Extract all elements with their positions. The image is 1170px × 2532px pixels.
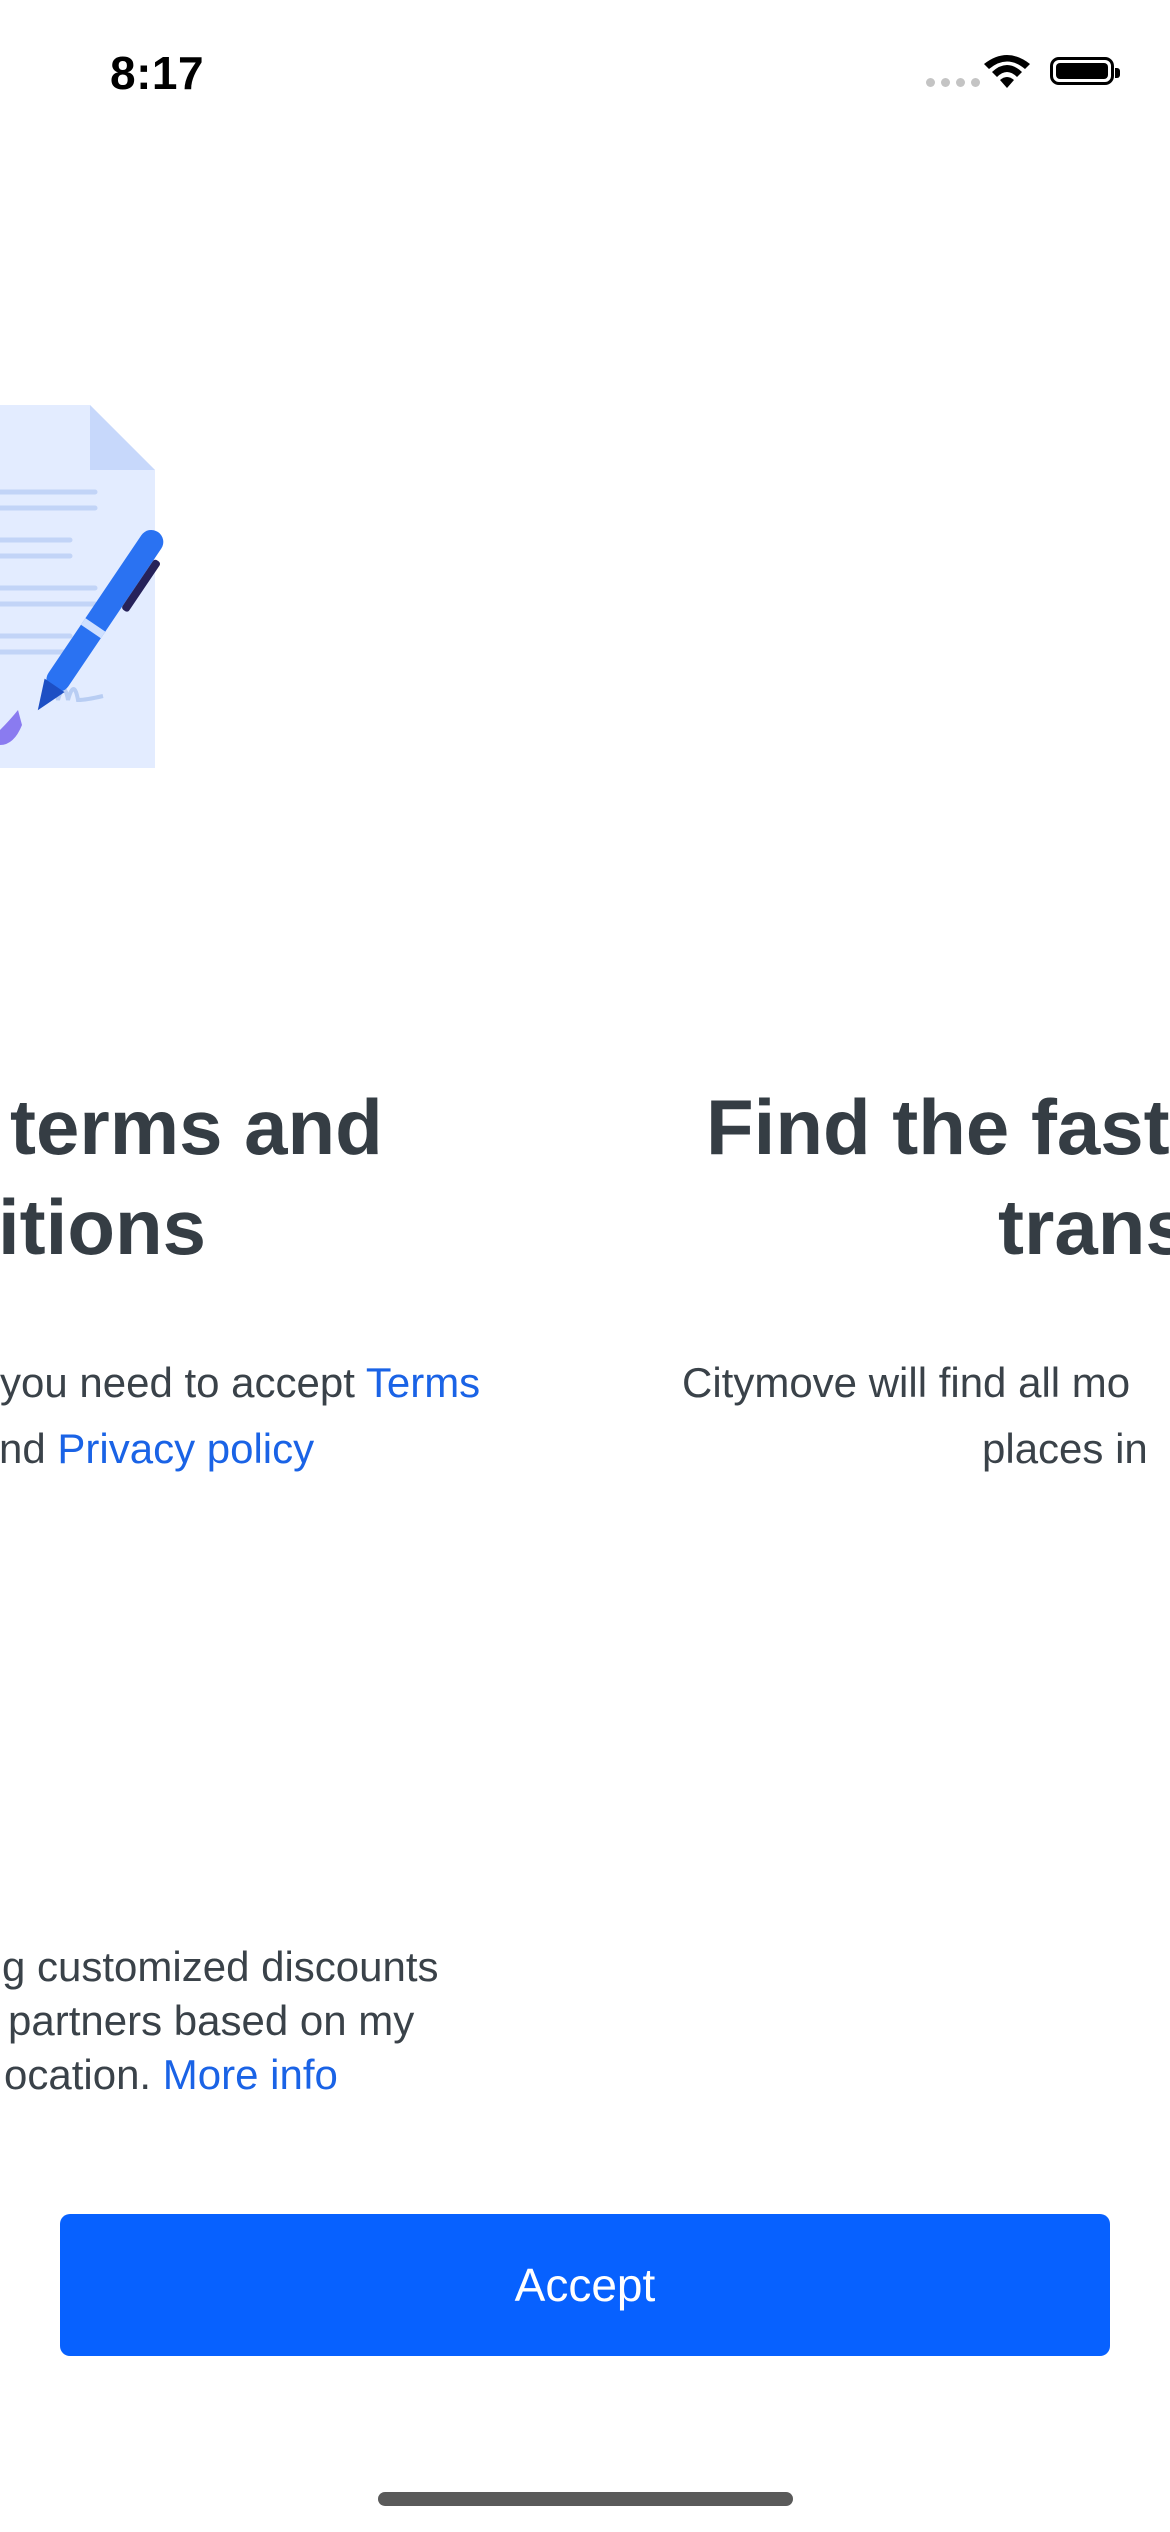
terms-link[interactable]: Terms: [366, 1359, 480, 1406]
slide-1-body: you need to accept Terms nd Privacy poli…: [0, 1350, 560, 1482]
consent-text[interactable]: g customized discounts partners based on…: [0, 1940, 510, 2102]
consent-line-3: ocation.: [4, 2051, 163, 2098]
slide-2-body-line-2: places in: [982, 1425, 1148, 1472]
slide-2-body-line-1: Citymove will find all mo: [682, 1359, 1131, 1406]
slide-1-heading-line-1: terms and: [10, 1083, 383, 1171]
slide-1-body-text-1: you need to accept: [0, 1359, 366, 1406]
wifi-icon: [984, 55, 1030, 88]
slide-2-body: Citymove will find all mo places in: [682, 1350, 1170, 1482]
privacy-policy-link[interactable]: Privacy policy: [57, 1425, 314, 1472]
consent-line-1: g customized discounts: [2, 1943, 439, 1990]
consent-line-2: partners based on my: [8, 1997, 415, 2044]
slide-1-heading-line-2: itions: [0, 1183, 206, 1271]
more-info-link[interactable]: More info: [163, 2051, 338, 2098]
accept-button[interactable]: Accept: [60, 2214, 1110, 2356]
document-with-pen-illustration: [0, 405, 164, 768]
status-time: 8:17: [110, 47, 205, 99]
home-indicator[interactable]: [378, 2492, 793, 2506]
slide-2-heading-line-2: trans: [998, 1183, 1170, 1271]
slide-2-heading: Find the fast trans: [706, 1077, 1170, 1277]
slide-1-body-text-2: nd: [0, 1425, 58, 1472]
battery-icon: [1050, 57, 1120, 85]
cellular-signal-icon: [926, 78, 980, 87]
slide-1-heading: terms and itions: [0, 1077, 480, 1277]
slide-2-heading-line-1: Find the fast: [706, 1083, 1170, 1171]
